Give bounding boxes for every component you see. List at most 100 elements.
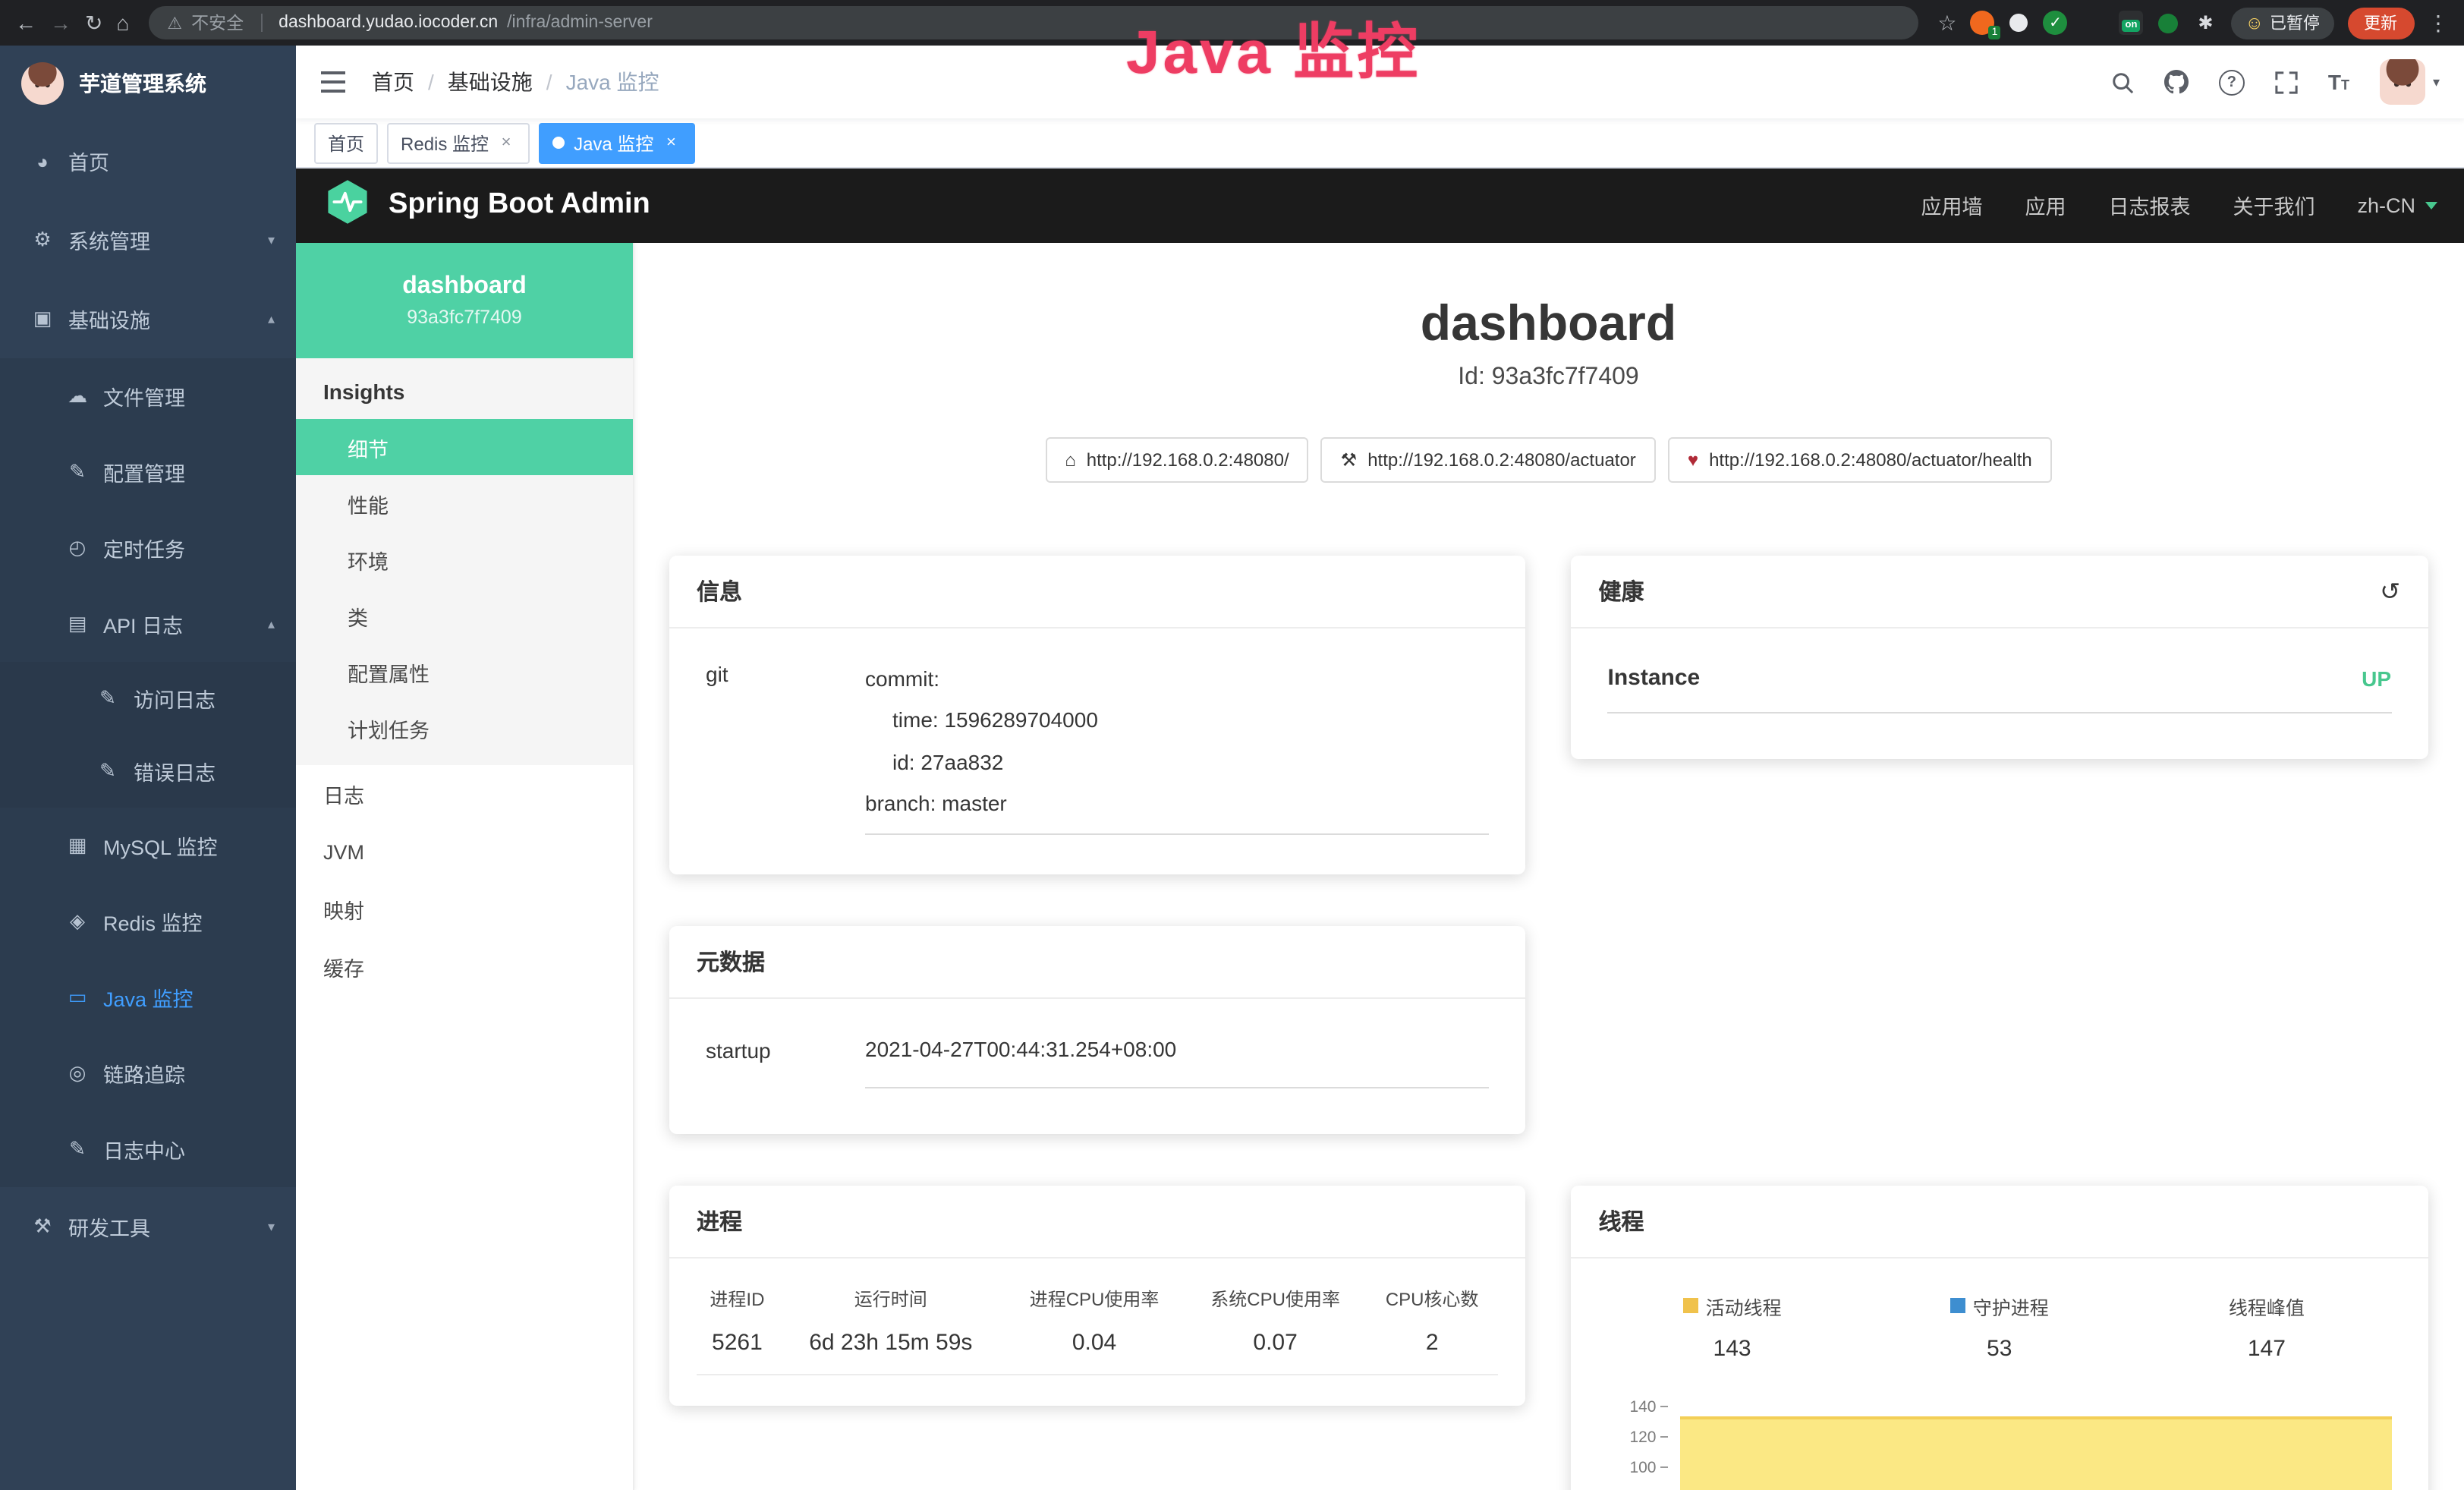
y-tick-label: 100 xyxy=(1629,1459,1656,1477)
bookmark-star-icon[interactable]: ☆ xyxy=(1937,12,1956,33)
legend-item-live: 活动线程 143 xyxy=(1599,1292,1866,1362)
smiley-icon: ☺ xyxy=(2245,12,2264,33)
breadcrumb-infra[interactable]: 基础设施 xyxy=(448,67,533,97)
health-url-button[interactable]: ♥ http://192.168.0.2:48080/actuator/heal… xyxy=(1668,437,2052,483)
sba-brand[interactable]: Spring Boot Admin xyxy=(389,188,650,222)
sidebar-item-api-log[interactable]: ▤ API 日志 ▴ xyxy=(0,586,296,662)
sidebar-item-log-center[interactable]: ✎ 日志中心 xyxy=(0,1111,296,1187)
breadcrumb-home[interactable]: 首页 xyxy=(372,67,414,97)
spring-boot-admin-logo xyxy=(323,177,372,233)
sidebar-item-scheduled-job[interactable]: ◴ 定时任务 xyxy=(0,510,296,586)
history-icon[interactable]: ↺ xyxy=(2380,576,2400,606)
wrench-icon: ⚒ xyxy=(1341,449,1358,471)
sidebar-item-label: 定时任务 xyxy=(103,533,185,563)
menu-details[interactable]: 细节 xyxy=(296,419,633,475)
extension-icon[interactable]: 1 xyxy=(1970,11,1994,35)
threads-chart: 140 120 100 xyxy=(1599,1401,2401,1490)
sidebar-item-file-manage[interactable]: ☁ 文件管理 xyxy=(0,358,296,434)
sba-nav-wallboard[interactable]: 应用墙 xyxy=(1921,190,1982,220)
menu-scheduled-tasks[interactable]: 计划任务 xyxy=(296,700,633,756)
tab-redis-monitor[interactable]: Redis 监控 × xyxy=(387,122,530,163)
font-size-icon[interactable]: TT xyxy=(2328,71,2349,93)
menu-jvm[interactable]: JVM xyxy=(296,823,633,880)
github-icon[interactable] xyxy=(2164,70,2189,94)
card-title: 信息 xyxy=(697,575,742,607)
extension-grid-icon[interactable] xyxy=(2082,12,2104,33)
layers-icon: ◈ xyxy=(65,909,90,934)
annotation-java-monitor: Java 监控 xyxy=(1126,3,1421,91)
menu-metrics[interactable]: 性能 xyxy=(296,475,633,531)
sba-nav-journal[interactable]: 日志报表 xyxy=(2108,190,2190,220)
info-line: branch: master xyxy=(865,783,1490,825)
close-icon[interactable]: × xyxy=(496,133,516,153)
chrome-menu-icon[interactable]: ⋮ xyxy=(2428,12,2449,33)
table-row: 5261 6d 23h 15m 59s 0.04 0.07 2 xyxy=(697,1324,1499,1375)
tab-home[interactable]: 首页 xyxy=(314,122,378,163)
search-icon[interactable] xyxy=(2111,71,2134,93)
sidebar-item-config-manage[interactable]: ✎ 配置管理 xyxy=(0,434,296,510)
cards-grid: 信息 git commit: time: 1596289704000 id: 2… xyxy=(669,556,2428,1490)
actuator-url-button[interactable]: ⚒ http://192.168.0.2:48080/actuator xyxy=(1321,437,1656,483)
update-button[interactable]: 更新 xyxy=(2347,7,2414,39)
metadata-value: 2021-04-27T00:44:31.254+08:00 xyxy=(865,1035,1490,1065)
pencil-icon: ✎ xyxy=(65,1137,90,1161)
sidebar-item-access-log[interactable]: ✎ 访问日志 xyxy=(0,662,296,735)
sidebar-item-mysql-monitor[interactable]: ▦ MySQL 监控 xyxy=(0,808,296,884)
service-url: http://192.168.0.2:48080/ xyxy=(1087,449,1289,471)
menu-logs[interactable]: 日志 xyxy=(296,765,633,823)
process-card: 进程 进程ID 运行时间 进程CPU使用率 系统CPU使用率 CPU核心数 xyxy=(669,1186,1526,1406)
active-dot xyxy=(552,137,565,149)
close-icon[interactable]: × xyxy=(661,133,681,153)
sidebar-toggle-icon[interactable] xyxy=(320,71,346,93)
extension-leaf-icon[interactable] xyxy=(2158,13,2178,33)
help-icon[interactable]: ? xyxy=(2219,69,2245,95)
sidebar-item-devtools[interactable]: ⚒ 研发工具 ▾ xyxy=(0,1187,296,1266)
breadcrumb-current: Java 监控 xyxy=(566,67,659,97)
legend-swatch-yellow xyxy=(1683,1299,1698,1314)
user-menu[interactable]: ▾ xyxy=(2380,59,2440,105)
legend-item-peak: 线程峰值 147 xyxy=(2133,1292,2400,1362)
sba-nav-applications[interactable]: 应用 xyxy=(2025,190,2066,220)
tab-java-monitor[interactable]: Java 监控 × xyxy=(539,122,694,163)
menu-mappings[interactable]: 映射 xyxy=(296,880,633,938)
sidebar-item-trace[interactable]: ◎ 链路追踪 xyxy=(0,1035,296,1111)
grid-icon: ▦ xyxy=(65,833,90,858)
language-selector[interactable]: zh-CN xyxy=(2357,194,2437,216)
sba-nav-about[interactable]: 关于我们 xyxy=(2233,190,2315,220)
app-logo[interactable]: 芋道管理系统 xyxy=(0,46,296,121)
health-row[interactable]: Instance UP xyxy=(1608,665,2392,713)
menu-environment[interactable]: 环境 xyxy=(296,531,633,587)
extension-check-icon[interactable]: ✓ xyxy=(2043,11,2067,35)
sidebar-item-label: 错误日志 xyxy=(134,756,216,786)
sidebar-item-home[interactable]: ◕ 首页 xyxy=(0,121,296,200)
menu-caches[interactable]: 缓存 xyxy=(296,938,633,996)
reload-icon[interactable]: ↻ xyxy=(85,12,102,33)
info-value: commit: time: 1596289704000 id: 27aa832 … xyxy=(865,659,1490,835)
paused-badge[interactable]: ☺ 已暂停 xyxy=(2231,7,2333,39)
extension-spider-icon[interactable]: ✱ xyxy=(2193,11,2217,35)
menu-classes[interactable]: 类 xyxy=(296,587,633,644)
tools-icon: ⚒ xyxy=(30,1214,55,1239)
back-icon[interactable]: ← xyxy=(15,12,36,33)
browser-home-icon[interactable]: ⌂ xyxy=(116,12,129,33)
gear-icon: ⚙ xyxy=(30,228,55,252)
health-card: 健康 ↺ Instance UP xyxy=(1572,556,2428,759)
fullscreen-icon[interactable] xyxy=(2275,71,2298,93)
sidebar-item-infra[interactable]: ▣ 基础设施 ▴ xyxy=(0,279,296,358)
forward-icon[interactable]: → xyxy=(50,12,71,33)
extension-switch-icon[interactable]: on xyxy=(2119,11,2143,35)
sidebar-item-system[interactable]: ⚙ 系统管理 ▾ xyxy=(0,200,296,279)
menu-configprops[interactable]: 配置属性 xyxy=(296,644,633,700)
tags-view-bar: 首页 Redis 监控 × Java 监控 × xyxy=(296,118,2464,169)
service-url-button[interactable]: ⌂ http://192.168.0.2:48080/ xyxy=(1045,437,1308,483)
instance-header[interactable]: dashboard 93a3fc7f7409 xyxy=(296,243,633,358)
extension-icon[interactable] xyxy=(2009,14,2028,32)
legend-value: 143 xyxy=(1713,1336,1751,1362)
clock-icon: ◴ xyxy=(65,536,90,560)
sidebar-item-error-log[interactable]: ✎ 错误日志 xyxy=(0,735,296,808)
instance-title: dashboard xyxy=(633,295,2464,352)
chevron-up-icon: ▴ xyxy=(268,310,275,327)
sidebar-item-java-monitor[interactable]: ▭ Java 监控 xyxy=(0,959,296,1035)
sidebar-item-redis-monitor[interactable]: ◈ Redis 监控 xyxy=(0,884,296,959)
address-bar[interactable]: ⚠ 不安全 dashboard.yudao.iocoder.cn/infra/a… xyxy=(149,6,1918,39)
